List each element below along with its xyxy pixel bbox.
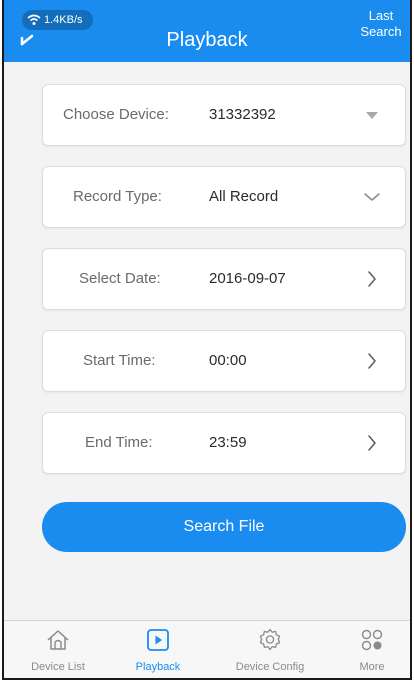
dropdown-triangle-icon <box>366 112 378 119</box>
home-icon <box>47 630 69 650</box>
nav-item-more[interactable]: More <box>322 621 410 678</box>
select-date-field[interactable]: Select Date: 2016-09-07 <box>42 248 406 310</box>
nav-label-playback: Playback <box>135 661 181 673</box>
choose-device-label: Choose Device: <box>63 106 169 123</box>
nav-item-playback[interactable]: Playback <box>108 621 208 678</box>
end-time-label: End Time: <box>85 434 153 451</box>
select-date-label: Select Date: <box>79 270 161 287</box>
nav-label-more: More <box>359 661 385 673</box>
nav-item-device-config[interactable]: Device Config <box>220 621 320 678</box>
record-type-value: All Record <box>209 188 279 205</box>
start-time-field[interactable]: Start Time: 00:00 <box>42 330 406 392</box>
chevron-right-icon <box>368 353 376 369</box>
last-search-label-line1: Last <box>368 8 394 23</box>
end-time-value: 23:59 <box>209 434 247 451</box>
app-frame: 1.4KB/s Playback Last Search Choose Devi… <box>2 0 412 680</box>
last-search-button[interactable]: Last Search <box>354 8 408 40</box>
search-file-button[interactable]: Search File <box>42 502 406 552</box>
select-date-value: 2016-09-07 <box>209 270 286 287</box>
record-type-label: Record Type: <box>73 188 162 205</box>
end-time-field[interactable]: End Time: 23:59 <box>42 412 406 474</box>
nav-label-device-list: Device List <box>31 661 85 673</box>
gear-icon <box>259 628 281 651</box>
start-time-label: Start Time: <box>83 352 156 369</box>
last-search-label-line2: Search <box>360 24 402 39</box>
chevron-down-icon <box>364 193 380 201</box>
bottom-nav: Device List Playback Device Config More <box>4 620 410 678</box>
choose-device-value: 31332392 <box>209 106 276 123</box>
nav-label-device-config: Device Config <box>235 661 305 673</box>
chevron-right-icon <box>368 435 376 451</box>
page-title: Playback <box>166 29 248 51</box>
more-icon <box>361 629 383 651</box>
chevron-right-icon <box>368 271 376 287</box>
nav-item-device-list[interactable]: Device List <box>8 621 108 678</box>
record-type-field[interactable]: Record Type: All Record <box>42 166 406 228</box>
choose-device-field[interactable]: Choose Device: 31332392 <box>42 84 406 146</box>
playback-icon <box>147 629 169 651</box>
app-header: 1.4KB/s Playback Last Search <box>4 0 410 62</box>
start-time-value: 00:00 <box>209 352 247 369</box>
